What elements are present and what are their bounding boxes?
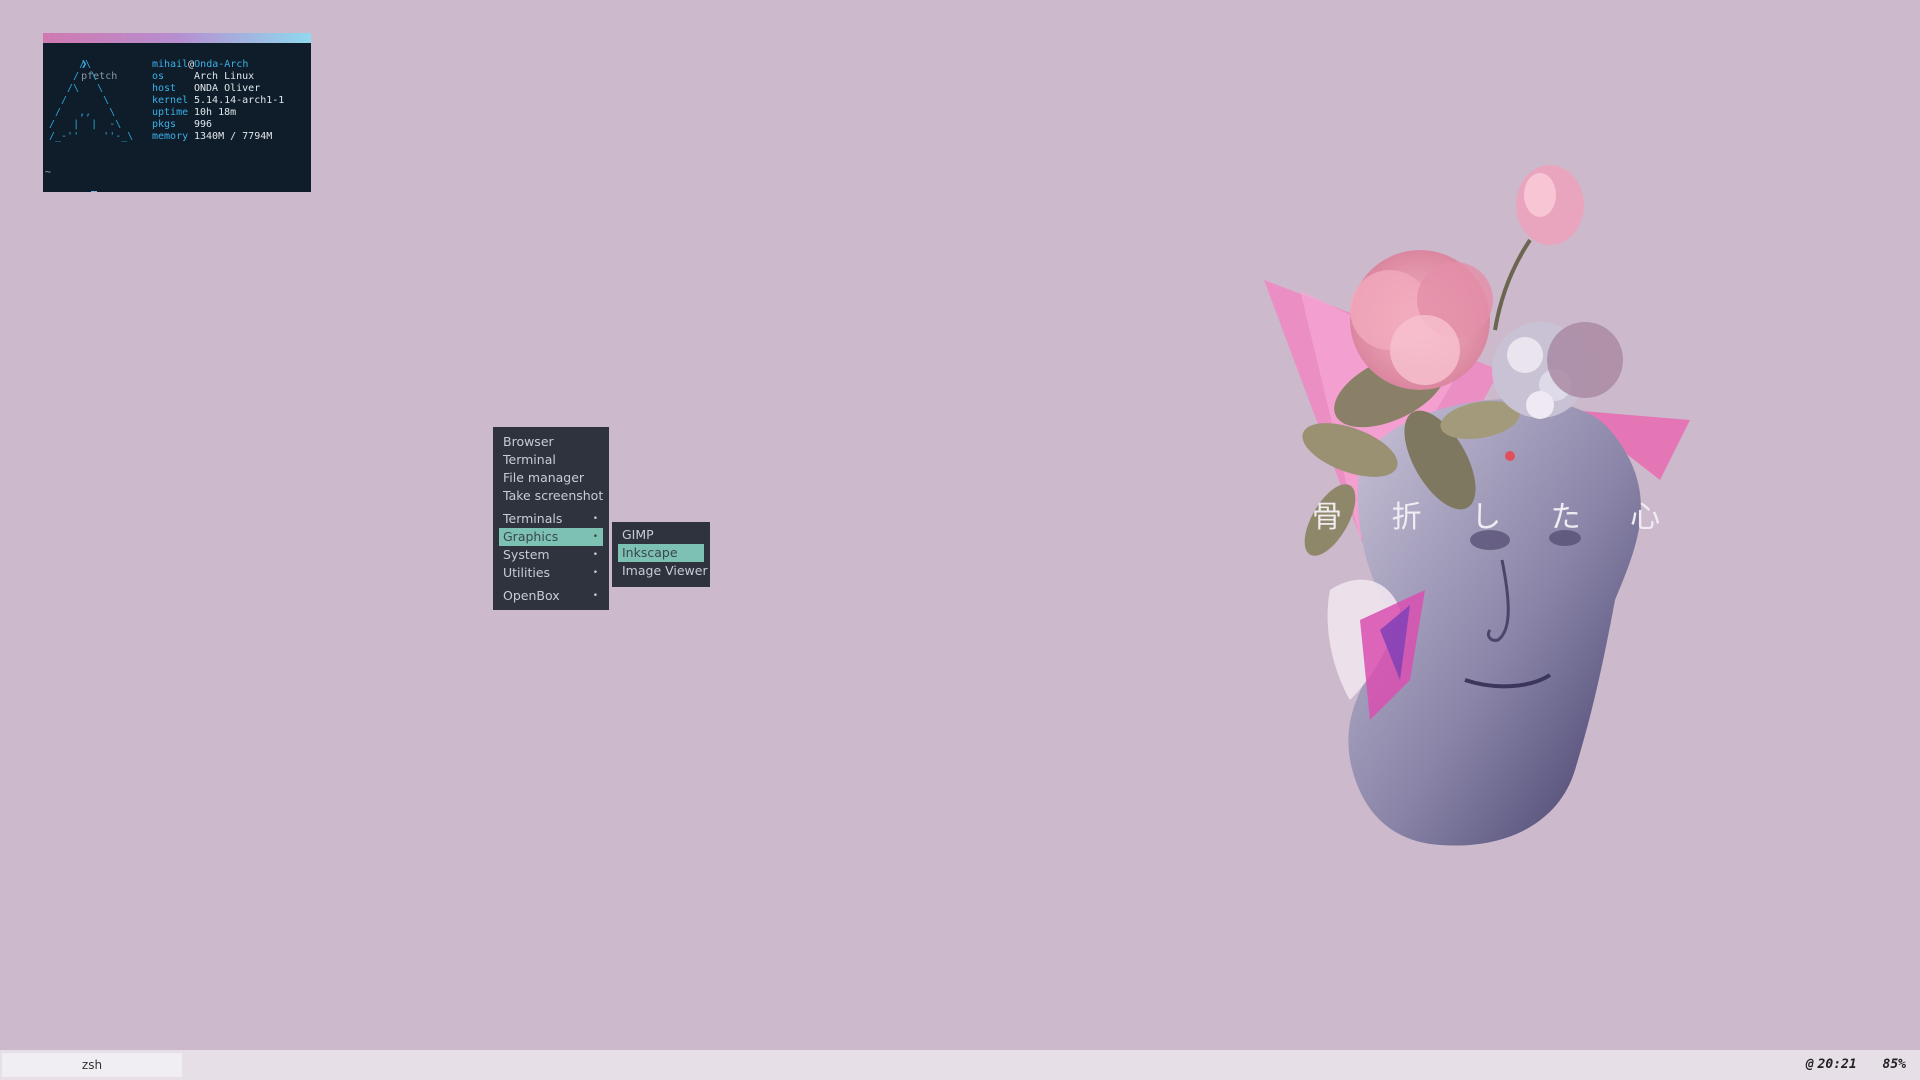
info-value: 5.14.14-arch1-1 (194, 95, 285, 106)
info-value: 996 (194, 119, 213, 130)
info-row-memory: memory 1340M / 7794M (152, 131, 284, 143)
arch-logo-ascii: /\ / \ /\ \ / \ / ,, \ / | | -\ /_-'' ''… (49, 59, 134, 142)
menu-item-label: Graphics (503, 529, 559, 544)
info-row-kernel: kernel 5.14.14-arch1-1 (152, 95, 284, 107)
info-key: os (152, 71, 165, 82)
system-info: mihail @ Onda-Arch os Arch Linux host ONDA O… (152, 59, 284, 143)
clock-icon: @ (1805, 1057, 1814, 1072)
submenu-arrow-icon: • (592, 550, 598, 560)
red-accent-dot (1505, 451, 1515, 461)
menu-item-utilities[interactable]: Utilities • (499, 564, 603, 582)
username: mihail (152, 59, 189, 70)
menu-item-terminals[interactable]: Terminals • (499, 510, 603, 528)
wallpaper-japanese-text: 骨 折 し た 心 (1312, 500, 1681, 535)
info-key: memory (152, 131, 189, 142)
info-value: 10h 18m (194, 107, 237, 118)
terminal-window[interactable]: ❯ pfetch /\ / \ /\ \ / \ / ,, \ / | | -\… (43, 33, 311, 192)
menu-item-system[interactable]: System • (499, 546, 603, 564)
submenu-item-inkscape[interactable]: Inkscape (618, 544, 704, 562)
terminal-titlebar[interactable] (43, 33, 311, 43)
graphics-submenu: GIMP Inkscape Image Viewer (612, 522, 710, 587)
menu-item-label: Browser (503, 434, 554, 449)
info-key: kernel (152, 95, 189, 106)
battery-status[interactable]: 85% (1883, 1057, 1906, 1072)
submenu-arrow-icon: • (592, 532, 598, 542)
menu-item-label: System (503, 547, 550, 562)
info-value: 1340M / 7794M (194, 131, 273, 142)
info-value: Arch Linux (194, 71, 255, 82)
taskbar: zsh @20:21 85% (0, 1050, 1920, 1080)
menu-item-label: Image Viewer (622, 563, 708, 578)
menu-item-label: Inkscape (622, 545, 678, 560)
hostname: Onda-Arch (194, 59, 249, 70)
info-row-host: host ONDA Oliver (152, 83, 284, 95)
root-menu: Browser Terminal File manager Take scree… (493, 427, 609, 610)
info-key: pkgs (152, 119, 177, 130)
menu-item-graphics[interactable]: Graphics • (499, 528, 603, 546)
clock-time: 20:21 (1817, 1057, 1857, 1072)
clock[interactable]: @20:21 (1788, 1057, 1857, 1072)
menu-item-file-manager[interactable]: File manager (499, 469, 603, 487)
menu-item-openbox[interactable]: OpenBox • (499, 587, 603, 605)
info-row-uptime: uptime 10h 18m (152, 107, 284, 119)
menu-item-label: OpenBox (503, 588, 560, 603)
info-row-pkgs: pkgs 996 (152, 119, 284, 131)
task-button-zsh[interactable]: zsh (2, 1053, 182, 1077)
menu-item-label: GIMP (622, 527, 654, 542)
submenu-arrow-icon: • (592, 591, 598, 601)
menu-item-label: Take screenshot (503, 488, 604, 503)
menu-item-label: Utilities (503, 565, 551, 580)
submenu-arrow-icon: • (592, 568, 598, 578)
menu-item-label: File manager (503, 470, 585, 485)
info-key: host (152, 83, 177, 94)
menu-item-take-screenshot[interactable]: Take screenshot (499, 487, 603, 505)
system-tray: @20:21 85% (1770, 1050, 1906, 1080)
prompt-line[interactable]: ❯ (45, 179, 98, 192)
submenu-item-image-viewer[interactable]: Image Viewer (618, 562, 708, 580)
user-host-row: mihail @ Onda-Arch (152, 59, 284, 71)
info-row-os: os Arch Linux (152, 71, 284, 83)
wallpaper-art (1264, 165, 1690, 846)
menu-item-label: Terminal (503, 452, 556, 467)
submenu-arrow-icon: • (592, 514, 598, 524)
menu-item-label: Terminals (503, 511, 563, 526)
tilde-line: ~ (45, 167, 52, 178)
menu-item-terminal[interactable]: Terminal (499, 451, 603, 469)
info-key: uptime (152, 107, 189, 118)
menu-item-browser[interactable]: Browser (499, 433, 603, 451)
submenu-item-gimp[interactable]: GIMP (618, 526, 704, 544)
info-value: ONDA Oliver (194, 83, 261, 94)
terminal-body[interactable]: ❯ pfetch /\ / \ /\ \ / \ / ,, \ / | | -\… (43, 43, 311, 192)
text-cursor (91, 191, 98, 192)
